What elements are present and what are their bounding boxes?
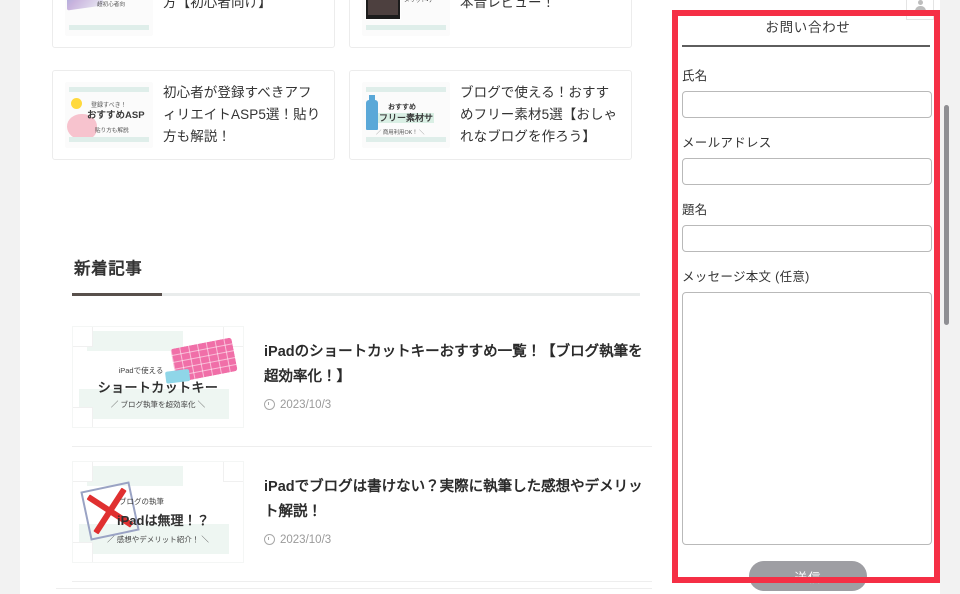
page-root: ブログの始 超初心者向 WordPressブログの始め方【初心者向け】 本音レビ… — [0, 0, 960, 594]
name-input[interactable] — [682, 91, 932, 118]
contact-form-heading-rule — [682, 45, 930, 47]
contact-form: お問い合わせ 氏名 メールアドレス 題名 メッセージ本文 (任意) 送信 — [682, 14, 934, 591]
thumb-band-bottom — [69, 137, 149, 142]
scrollbar-thumb[interactable] — [944, 105, 949, 325]
field-label-subject: 題名 — [682, 203, 708, 217]
post-body: iPadのショートカットキーおすすめ一覧！【ブログ執筆を超効率化！】 2023/… — [264, 326, 652, 411]
popular-article-title: WordPressブログの始め方【初心者向け】 — [163, 0, 272, 10]
thumb-bottle-art — [366, 95, 378, 130]
post-date: 2023/10/3 — [264, 399, 652, 411]
popular-article-card[interactable]: 登録すべき！ おすすめASP 貼り方も解説 初心者が登録すべきアフィリエイトAS… — [52, 70, 335, 160]
submit-row: 送信 — [682, 561, 934, 591]
sidebar-contact-form: お問い合わせ 氏名 メールアドレス 題名 メッセージ本文 (任意) 送信 — [660, 0, 940, 594]
thumb-sub-text-2: 貼り方も解説 — [95, 128, 129, 134]
thumb-sub-text-2: ／ 商用利用OK！ ＼ — [376, 130, 425, 136]
field-message: メッセージ本文 (任意) — [682, 266, 934, 545]
thumb-band-top — [69, 87, 149, 92]
popular-articles-grid: ブログの始 超初心者向 WordPressブログの始め方【初心者向け】 本音レビ… — [52, 0, 632, 182]
thumb-sub-text: 登録すべき！ — [91, 103, 127, 109]
thumb-sub-text: 超初心者向 — [97, 2, 125, 8]
thumb-highlight: フリー素材サ — [378, 113, 435, 123]
article-thumbnail: 本音レビ メリット・デ — [362, 0, 450, 36]
content-divider — [56, 588, 652, 589]
popular-article-title: 初心者が登録すべきアフィリエイトASP5選！貼り方も解説！ — [163, 85, 321, 144]
main-content-column: ブログの始 超初心者向 WordPressブログの始め方【初心者向け】 本音レビ… — [20, 0, 660, 594]
subject-input[interactable] — [682, 225, 932, 252]
thumb-band-top — [366, 87, 446, 92]
thumb-bottom-text: ／ ブログ執筆を超効率化 ＼ — [110, 400, 206, 409]
article-thumbnail: ブログの始 超初心者向 — [65, 0, 153, 36]
new-articles-list: iPadで使える ショートカットキー ／ ブログ執筆を超効率化 ＼ iPadのシ… — [72, 326, 652, 594]
thumb-main-text: おすすめASP — [87, 110, 145, 121]
field-label-message: メッセージ本文 (任意) — [682, 270, 810, 284]
article-thumbnail: 登録すべき！ おすすめASP 貼り方も解説 — [65, 82, 153, 148]
post-body: iPadでブログは書けない？実際に執筆した感想やデメリット解説！ 2023/10… — [264, 461, 652, 546]
thumb-top-text: iPadで使える — [118, 366, 164, 375]
field-name: 氏名 — [682, 65, 934, 118]
popular-card-row-2: 登録すべき！ おすすめASP 貼り方も解説 初心者が登録すべきアフィリエイトAS… — [52, 70, 632, 160]
message-textarea[interactable] — [682, 292, 932, 545]
popular-article-title: ド・メリットは？導入した本音レビュー！ — [460, 0, 556, 10]
field-subject: 題名 — [682, 199, 934, 252]
thumb-band-bottom — [366, 137, 446, 142]
section-title: 新着記事 — [74, 260, 143, 278]
clock-icon — [264, 534, 275, 546]
thumb-corner — [73, 407, 93, 427]
post-date-text: 2023/10/3 — [280, 533, 332, 546]
email-input[interactable] — [682, 158, 932, 185]
article-thumbnail: おすすめ フリー素材サ ／ 商用利用OK！ ＼ — [362, 82, 450, 148]
thumb-sub-text: メリット・デ — [404, 0, 434, 4]
thumb-top-text: ブログの執筆 — [119, 497, 164, 506]
popular-article-card[interactable]: 本音レビ メリット・デ ド・メリットは？導入した本音レビュー！ — [349, 0, 632, 48]
thumb-main-text: ショートカットキー — [97, 380, 219, 395]
field-label-name: 氏名 — [682, 69, 708, 83]
submit-button[interactable]: 送信 — [749, 561, 867, 591]
field-label-email: メールアドレス — [682, 136, 772, 150]
section-underline — [72, 293, 640, 296]
post-date: 2023/10/3 — [264, 534, 652, 546]
thumb-poster-art — [365, 0, 401, 20]
popular-card-row-1: ブログの始 超初心者向 WordPressブログの始め方【初心者向け】 本音レビ… — [52, 0, 632, 48]
popular-article-card[interactable]: おすすめ フリー素材サ ／ 商用利用OK！ ＼ ブログで使える！おすすめフリー素… — [349, 70, 632, 160]
thumb-band-bottom — [69, 25, 149, 30]
thumb-bottom-text: ／ 感想やデメリット紹介！ ＼ — [107, 535, 209, 544]
scrollbar-track[interactable] — [944, 0, 955, 594]
thumb-corner — [223, 462, 243, 482]
list-item[interactable]: ブログの執筆 iPadは無理！？ ／ 感想やデメリット紹介！ ＼ iPadでブロ… — [72, 461, 652, 582]
popular-article-title: ブログで使える！おすすめフリー素材5選【おしゃれなブログを作ろう】 — [460, 85, 618, 144]
post-title[interactable]: iPadでブログは書けない？実際に執筆した感想やデメリット解説！ — [264, 475, 652, 525]
thumb-corner — [73, 327, 93, 347]
thumb-sub-text: おすすめ — [388, 104, 416, 111]
contact-form-heading: お問い合わせ — [765, 20, 851, 35]
thumb-dot-art — [71, 98, 82, 109]
thumb-corner — [73, 462, 93, 482]
avatar-icon — [914, 0, 927, 13]
post-thumbnail: iPadで使える ショートカットキー ／ ブログ執筆を超効率化 ＼ — [72, 326, 244, 428]
clock-icon — [264, 399, 275, 411]
thumb-main-text: iPadは無理！？ — [117, 513, 210, 528]
field-email: メールアドレス — [682, 132, 934, 185]
list-item[interactable]: iPadで使える ショートカットキー ／ ブログ執筆を超効率化 ＼ iPadのシ… — [72, 326, 652, 447]
post-date-text: 2023/10/3 — [280, 398, 332, 411]
new-articles-section-header: 新着記事 — [72, 255, 640, 296]
thumb-band-bottom — [366, 25, 446, 30]
thumb-corner — [73, 542, 93, 562]
popular-article-card[interactable]: ブログの始 超初心者向 WordPressブログの始め方【初心者向け】 — [52, 0, 335, 48]
post-title[interactable]: iPadのショートカットキーおすすめ一覧！【ブログ執筆を超効率化！】 — [264, 340, 652, 390]
thumb-main-text: フリー素材サ — [378, 113, 447, 124]
post-thumbnail: ブログの執筆 iPadは無理！？ ／ 感想やデメリット紹介！ ＼ — [72, 461, 244, 563]
